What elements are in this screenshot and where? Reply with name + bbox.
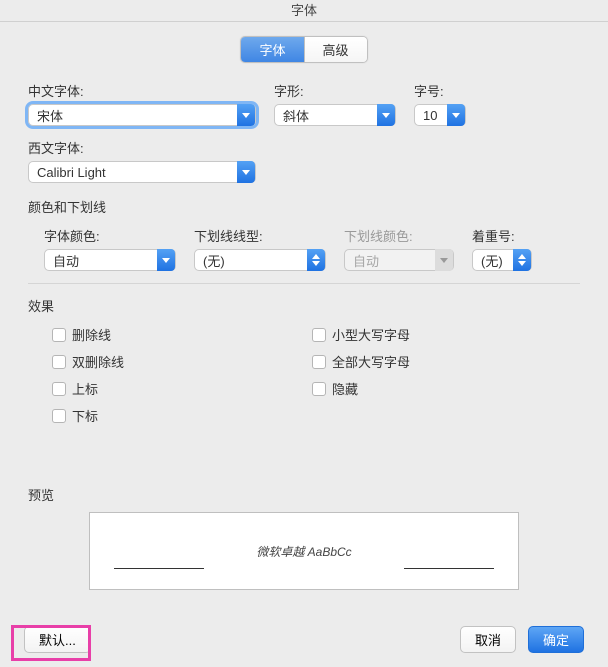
underline-style-select[interactable]: (无)	[194, 249, 326, 271]
stepper-icon	[307, 249, 325, 271]
checkbox-icon	[52, 355, 66, 369]
effects-heading: 效果	[28, 296, 580, 315]
window-title: 字体	[0, 0, 608, 22]
underline-color-select: 自动	[344, 249, 454, 271]
font-color-select[interactable]: 自动	[44, 249, 176, 271]
preview-section: 预览 微软卓越 AaBbCc	[28, 485, 580, 590]
chevron-down-icon	[377, 104, 395, 126]
style-value: 斜体	[283, 106, 309, 125]
western-font-label: 西文字体:	[28, 138, 580, 157]
preview-baseline	[404, 568, 494, 569]
style-label: 字形:	[274, 81, 396, 100]
checkbox-strikethrough[interactable]: 删除线	[52, 325, 252, 344]
western-font-value: Calibri Light	[37, 165, 106, 180]
preview-heading: 预览	[28, 485, 580, 504]
emphasis-label: 着重号:	[472, 226, 532, 245]
checkbox-superscript[interactable]: 上标	[52, 379, 252, 398]
checkbox-all-caps[interactable]: 全部大写字母	[312, 352, 410, 371]
cancel-button[interactable]: 取消	[460, 626, 516, 653]
checkbox-icon	[312, 382, 326, 396]
tab-advanced[interactable]: 高级	[304, 37, 367, 62]
checkbox-hidden[interactable]: 隐藏	[312, 379, 410, 398]
preview-baseline	[114, 568, 204, 569]
effects-group: 删除线 双删除线 上标 下标 小型大写字母 全部大写字母 隐藏	[28, 325, 580, 425]
dialog-body: 字体 高级 中文字体: 宋体 字形: 斜体 字号: 10 西文字	[0, 22, 608, 590]
chevron-down-icon	[447, 104, 465, 126]
chinese-font-value: 宋体	[37, 106, 63, 125]
chinese-font-select[interactable]: 宋体	[28, 104, 256, 126]
underline-style-label: 下划线线型:	[194, 226, 326, 245]
tab-font[interactable]: 字体	[241, 37, 303, 62]
ok-button[interactable]: 确定	[528, 626, 584, 653]
chinese-font-label: 中文字体:	[28, 81, 256, 100]
preview-text: 微软卓越 AaBbCc	[256, 543, 351, 560]
style-select[interactable]: 斜体	[274, 104, 396, 126]
checkbox-icon	[312, 355, 326, 369]
font-color-label: 字体颜色:	[44, 226, 176, 245]
size-select[interactable]: 10	[414, 104, 466, 126]
default-button[interactable]: 默认...	[24, 626, 91, 653]
preview-box: 微软卓越 AaBbCc	[89, 512, 519, 590]
checkbox-icon	[52, 328, 66, 342]
checkbox-small-caps[interactable]: 小型大写字母	[312, 325, 410, 344]
checkbox-icon	[52, 409, 66, 423]
chevron-down-icon	[157, 249, 175, 271]
size-value: 10	[423, 108, 437, 123]
checkbox-double-strikethrough[interactable]: 双删除线	[52, 352, 252, 371]
color-underline-heading: 颜色和下划线	[28, 197, 580, 216]
size-label: 字号:	[414, 81, 466, 100]
underline-color-label: 下划线颜色:	[344, 226, 454, 245]
chevron-down-icon	[237, 161, 255, 183]
emphasis-select[interactable]: (无)	[472, 249, 532, 271]
tab-bar: 字体 高级	[28, 36, 580, 63]
underline-style-value: (无)	[203, 251, 225, 270]
dialog-footer: 默认... 取消 确定	[0, 626, 608, 653]
chevron-down-icon	[435, 249, 453, 271]
emphasis-value: (无)	[481, 251, 503, 270]
divider	[28, 283, 580, 284]
checkbox-icon	[52, 382, 66, 396]
chevron-down-icon	[237, 104, 255, 126]
checkbox-icon	[312, 328, 326, 342]
western-font-select[interactable]: Calibri Light	[28, 161, 256, 183]
stepper-icon	[513, 249, 531, 271]
checkbox-subscript[interactable]: 下标	[52, 406, 252, 425]
underline-color-value: 自动	[353, 251, 379, 270]
font-color-value: 自动	[53, 251, 79, 270]
